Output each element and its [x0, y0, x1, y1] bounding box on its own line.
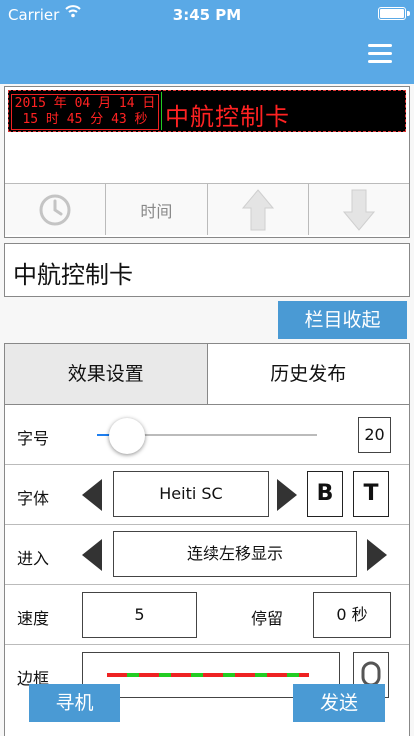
speed-label: 速度 — [17, 609, 50, 628]
font-size-value[interactable]: 20 — [358, 417, 391, 453]
time-button-label: 时间 — [140, 201, 173, 221]
led-display: 2015 年 04 月 14 日 15 时 45 分 43 秒 中航控制卡 — [8, 90, 406, 132]
hamburger-menu-icon[interactable] — [368, 44, 392, 66]
clock-button[interactable] — [5, 184, 107, 235]
status-bar: Carrier 3:45 PM — [0, 0, 414, 28]
move-down-button[interactable] — [308, 184, 409, 235]
collapse-section-button[interactable]: 栏目收起 — [278, 301, 407, 339]
preview-toolbar: 时间 — [5, 183, 409, 235]
settings-tabs: 效果设置 历史发布 — [5, 344, 409, 405]
arrow-up-icon — [241, 188, 274, 230]
led-time-line: 15 时 45 分 43 秒 — [22, 112, 148, 127]
t-toggle-button[interactable]: T — [353, 471, 389, 517]
font-face-select[interactable]: Heiti SC — [113, 471, 269, 517]
stay-label: 停留 — [251, 609, 284, 628]
move-up-button[interactable] — [207, 184, 309, 235]
stay-input[interactable]: 0 秒 — [313, 592, 391, 638]
content-text-input[interactable]: 中航控制卡 — [4, 243, 410, 297]
tab-effect-settings[interactable]: 效果设置 — [5, 344, 208, 404]
battery-icon — [378, 7, 410, 20]
settings-panel: 效果设置 历史发布 字号 20 字体 Heiti SC B T 进入 连续左移显… — [4, 343, 410, 736]
led-divider — [161, 92, 162, 130]
led-date-line: 2015 年 04 月 14 日 — [14, 96, 156, 111]
status-time: 3:45 PM — [172, 6, 242, 24]
font-face-label: 字体 — [17, 489, 50, 508]
enter-next-arrow-icon[interactable] — [367, 539, 387, 571]
enter-effect-select[interactable]: 连续左移显示 — [113, 531, 357, 577]
clock-icon — [39, 194, 71, 225]
font-next-arrow-icon[interactable] — [277, 479, 297, 511]
arrow-down-icon — [342, 189, 375, 231]
send-button[interactable]: 发送 — [293, 684, 385, 722]
font-size-row: 字号 20 — [5, 405, 409, 465]
header-bar: Carrier 3:45 PM — [0, 0, 414, 84]
enter-effect-row: 进入 连续左移显示 — [5, 525, 409, 585]
speed-input[interactable]: 5 — [82, 592, 197, 638]
font-face-row: 字体 Heiti SC B T — [5, 465, 409, 525]
bold-toggle-button[interactable]: B — [307, 471, 343, 517]
font-size-label: 字号 — [17, 429, 50, 448]
enter-effect-label: 进入 — [17, 549, 50, 568]
led-preview-panel: 2015 年 04 月 14 日 15 时 45 分 43 秒 中航控制卡 时间 — [4, 86, 410, 238]
speed-row: 速度 5 停留 0 秒 — [5, 585, 409, 645]
time-button[interactable]: 时间 — [106, 184, 208, 235]
tab-history[interactable]: 历史发布 — [208, 344, 410, 404]
font-size-slider-knob[interactable] — [109, 418, 145, 454]
search-device-button[interactable]: 寻机 — [29, 684, 120, 722]
led-date-time: 2015 年 04 月 14 日 15 时 45 分 43 秒 — [11, 94, 159, 130]
led-title: 中航控制卡 — [165, 103, 290, 131]
enter-prev-arrow-icon[interactable] — [82, 539, 102, 571]
font-prev-arrow-icon[interactable] — [82, 479, 102, 511]
